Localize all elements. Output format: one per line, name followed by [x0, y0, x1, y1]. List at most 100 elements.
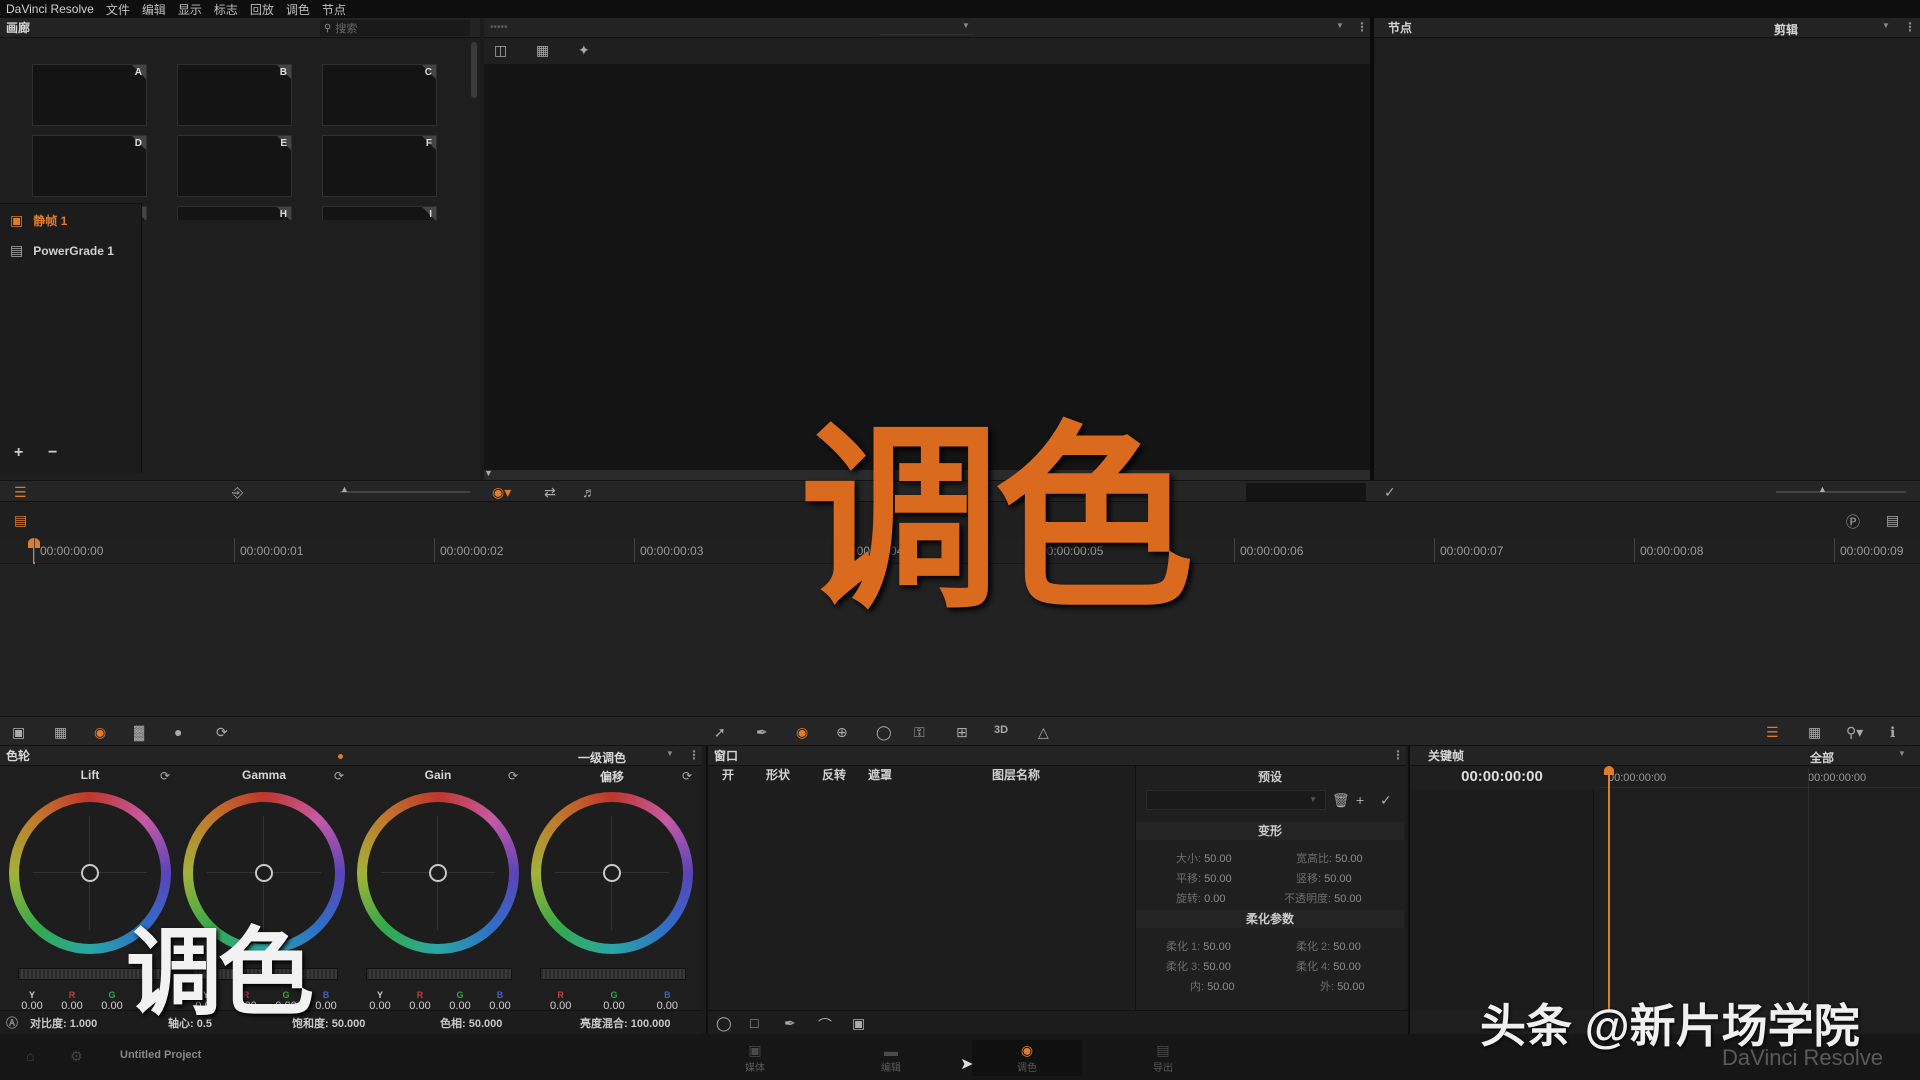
keyframe-ruler[interactable]: 00:00:00:00 00:00:00:00: [1600, 768, 1920, 788]
single-view-icon[interactable]: ◫: [494, 42, 507, 59]
page-color[interactable]: ◉ 调色: [972, 1040, 1082, 1076]
still-f[interactable]: F: [322, 135, 437, 197]
auto-balance-icon[interactable]: Ⓐ: [6, 1014, 18, 1031]
menu-edit[interactable]: 编辑: [142, 1, 166, 18]
tracker-icon[interactable]: ⊕: [836, 724, 848, 741]
menu-view[interactable]: 显示: [178, 1, 202, 18]
reset-icon[interactable]: ⟳: [508, 769, 518, 783]
options-icon[interactable]: ⋮: [1392, 748, 1404, 762]
keyframe-tracks[interactable]: [1410, 790, 1594, 1010]
options-icon[interactable]: ⋮: [1356, 20, 1368, 34]
still-b[interactable]: B: [177, 64, 292, 126]
fx-icon[interactable]: Ⓟ: [1846, 512, 1860, 532]
home-icon[interactable]: ⌂: [26, 1048, 34, 1064]
wheel-knob[interactable]: [429, 864, 447, 882]
contrast-value[interactable]: 对比度: 1.000: [30, 1015, 97, 1031]
refresh-icon[interactable]: ⟳: [216, 724, 228, 741]
menu-color[interactable]: 调色: [286, 1, 310, 18]
volume-icon[interactable]: ♬: [582, 484, 596, 500]
lum-mix-value[interactable]: 亮度混合: 100.000: [580, 1015, 670, 1031]
menu-nodes[interactable]: 节点: [322, 1, 346, 18]
page-media[interactable]: ▣ 媒体: [700, 1040, 810, 1076]
trash-icon[interactable]: 🗑: [1332, 792, 1350, 809]
viewer-dropdown-1[interactable]: [879, 21, 974, 35]
master-wheel-slider[interactable]: [366, 968, 512, 980]
color-wheels-icon[interactable]: ◉: [94, 724, 106, 741]
soft4-field[interactable]: 柔化 4: 50.00: [1296, 958, 1361, 974]
menu-mark[interactable]: 标志: [214, 1, 238, 18]
node-zoom-slider[interactable]: ▲: [1776, 484, 1906, 494]
color-picker-dropdown-icon[interactable]: ◉▾: [492, 484, 511, 501]
aspect-field[interactable]: 宽高比: 50.00: [1296, 850, 1363, 866]
soft2-field[interactable]: 柔化 2: 50.00: [1296, 938, 1361, 954]
gallery-search[interactable]: ⚲ 搜索: [320, 20, 470, 36]
3d-icon[interactable]: 3D: [994, 724, 1008, 736]
opacity-field[interactable]: 不透明度: 50.00: [1284, 890, 1362, 906]
info-icon[interactable]: ℹ: [1890, 724, 1895, 741]
clip-thumbnail-icon[interactable]: ▤: [14, 512, 27, 529]
inside-field[interactable]: 内: 50.00: [1190, 978, 1235, 994]
album-stills-1[interactable]: ▣ 静帧 1: [10, 212, 67, 229]
shuffle-icon[interactable]: ⇄: [544, 484, 556, 501]
nodes-mode-dropdown[interactable]: 剪辑: [1774, 21, 1798, 38]
still-a[interactable]: A: [32, 64, 147, 126]
soft3-field[interactable]: 柔化 3: 50.00: [1166, 958, 1231, 974]
qualifier-icon[interactable]: ✒: [756, 724, 768, 741]
rotate-field[interactable]: 旋转: 0.00: [1176, 890, 1226, 906]
add-album-button[interactable]: +: [14, 444, 23, 462]
check-icon[interactable]: ✓: [1380, 792, 1392, 809]
reset-icon[interactable]: ⟳: [682, 769, 692, 783]
keyframes-filter-dropdown[interactable]: 全部: [1810, 749, 1834, 766]
polygon-window-icon[interactable]: ▣: [852, 1015, 865, 1032]
tilt-field[interactable]: 竖移: 50.00: [1296, 870, 1352, 886]
menu-playback[interactable]: 回放: [250, 1, 274, 18]
still-d[interactable]: D: [32, 135, 147, 197]
presets-dropdown[interactable]: ▼: [1146, 790, 1326, 810]
pen-window-icon[interactable]: ✒: [784, 1015, 796, 1032]
reset-icon[interactable]: ⟳: [160, 769, 170, 783]
zoom-icon[interactable]: ⚲▾: [1846, 724, 1863, 741]
thumbnail-size-slider[interactable]: ▲: [340, 484, 470, 494]
keyframe-view-icon[interactable]: ☰: [1766, 724, 1779, 741]
key-icon[interactable]: ⚿: [914, 724, 925, 741]
gallery-scrollbar[interactable]: [471, 42, 477, 98]
window-list[interactable]: [708, 766, 1136, 1012]
album-powergrade-1[interactable]: ▤ PowerGrade 1: [10, 242, 114, 259]
eyedropper-icon[interactable]: ✓: [1384, 484, 1396, 501]
page-edit[interactable]: ▬ 编辑: [836, 1040, 946, 1076]
gradient-window-icon[interactable]: ⌒: [818, 1015, 832, 1035]
circle-window-icon[interactable]: ◯: [716, 1015, 732, 1032]
square-window-icon[interactable]: □: [750, 1015, 758, 1031]
wheel-mode-dropdown[interactable]: 一级调色: [578, 749, 626, 766]
pan-field[interactable]: 平移: 50.00: [1176, 870, 1232, 886]
window-icon[interactable]: ◉: [796, 724, 808, 741]
scopes-icon[interactable]: ▦: [1808, 724, 1821, 741]
timeline-options-icon[interactable]: ▤: [1886, 512, 1899, 529]
still-h[interactable]: H: [177, 206, 292, 220]
options-icon[interactable]: ⋮: [688, 748, 700, 762]
wheel-knob[interactable]: [255, 864, 273, 882]
grid-view-icon[interactable]: ▦: [536, 42, 549, 59]
curves-icon[interactable]: ➚: [714, 724, 726, 741]
sizing-icon[interactable]: ⊞: [956, 724, 968, 741]
magic-wand-icon[interactable]: ✦: [578, 42, 590, 59]
rgb-mixer-icon[interactable]: ▓: [134, 724, 144, 740]
soft1-field[interactable]: 柔化 1: 50.00: [1166, 938, 1231, 954]
list-view-icon[interactable]: ☰: [14, 484, 27, 501]
camera-raw-icon[interactable]: ▣: [12, 724, 25, 741]
size-field[interactable]: 大小: 50.00: [1176, 850, 1232, 866]
wheel-knob[interactable]: [81, 864, 99, 882]
menu-file[interactable]: 文件: [106, 1, 130, 18]
wheel-knob[interactable]: [603, 864, 621, 882]
blur-icon[interactable]: ◯: [876, 724, 892, 741]
add-preset-icon[interactable]: +: [1356, 792, 1364, 808]
remove-album-button[interactable]: −: [48, 444, 57, 462]
motion-effects-icon[interactable]: ●: [174, 724, 182, 740]
still-c[interactable]: C: [322, 64, 437, 126]
color-match-icon[interactable]: ▦: [54, 724, 67, 741]
page-deliver[interactable]: ▤ 导出: [1108, 1040, 1218, 1076]
still-e[interactable]: E: [177, 135, 292, 197]
grab-still-icon[interactable]: ⎆: [232, 484, 243, 501]
color-wheel[interactable]: [531, 792, 693, 954]
settings-icon[interactable]: ⚙: [70, 1048, 83, 1065]
